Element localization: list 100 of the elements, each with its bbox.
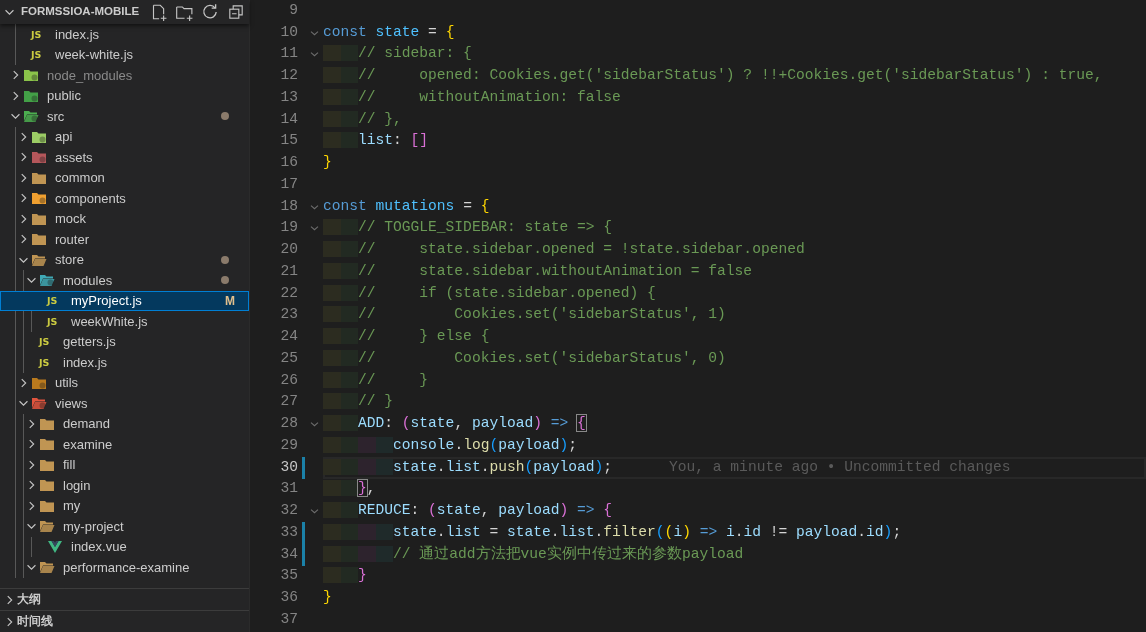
line-number: 29 bbox=[279, 435, 298, 455]
line-number: 16 bbox=[279, 153, 298, 173]
code-line: // state.sidebar.withoutAnimation = false bbox=[323, 260, 753, 283]
line-number: 26 bbox=[279, 370, 298, 390]
section-header[interactable]: 大纲 bbox=[0, 588, 249, 610]
folder-icon bbox=[23, 108, 39, 125]
line-number: 18 bbox=[279, 196, 298, 216]
folder-tree-item[interactable]: fill bbox=[0, 454, 249, 475]
folder-tree-item[interactable]: components bbox=[0, 188, 249, 209]
code-line: // 通过add方法把vue实例中传过来的参数payload bbox=[323, 543, 744, 566]
file-tree-item[interactable]: JS index.js bbox=[0, 24, 249, 45]
folder-icon bbox=[23, 67, 39, 84]
folder-tree-item[interactable]: modules bbox=[0, 270, 249, 291]
collapse-icon[interactable] bbox=[227, 3, 245, 21]
code-line: // TOGGLE_SIDEBAR: state => { bbox=[323, 217, 612, 240]
line-number: 34 bbox=[279, 544, 298, 564]
code-line: console.log(payload); bbox=[323, 434, 578, 457]
folder-tree-item[interactable]: performance-examine bbox=[0, 557, 249, 578]
explorer-title: FORMSSIOA-MOBILE bbox=[21, 4, 141, 20]
js-file-icon: JS bbox=[47, 296, 63, 306]
section-header[interactable]: 时间线 bbox=[0, 610, 249, 632]
line-number: 23 bbox=[279, 305, 298, 325]
line-number: 20 bbox=[279, 240, 298, 260]
folder-icon bbox=[31, 231, 47, 248]
line-number: 36 bbox=[279, 588, 298, 608]
code-line: // sidebar: { bbox=[323, 43, 472, 66]
code-line: // } bbox=[323, 391, 394, 414]
folder-tree-item[interactable]: assets bbox=[0, 147, 249, 168]
code-line: const mutations = { bbox=[323, 196, 490, 216]
js-file-icon: JS bbox=[39, 337, 55, 347]
file-tree-item[interactable]: index.vue bbox=[0, 536, 249, 557]
code-line: list: [] bbox=[323, 130, 429, 153]
folder-tree-item[interactable]: store bbox=[0, 249, 249, 270]
folder-tree-item[interactable]: my bbox=[0, 495, 249, 516]
line-number: 35 bbox=[279, 566, 298, 586]
code-line: // } bbox=[323, 369, 429, 392]
line-number: 31 bbox=[279, 479, 298, 499]
file-tree-item[interactable]: JS getters.js bbox=[0, 331, 249, 352]
new-folder-icon[interactable] bbox=[175, 3, 193, 21]
line-number: 33 bbox=[279, 522, 298, 542]
folder-icon bbox=[31, 190, 47, 207]
code-line: // Cookies.set('sidebarStatus', 1) bbox=[323, 304, 726, 327]
folder-icon bbox=[39, 477, 55, 494]
line-number: 24 bbox=[279, 327, 298, 347]
refresh-icon[interactable] bbox=[201, 3, 219, 21]
folder-tree-item[interactable]: examine bbox=[0, 434, 249, 455]
code-line: const state = { bbox=[323, 22, 455, 42]
js-file-icon: JS bbox=[47, 316, 63, 326]
code-line: }, bbox=[323, 478, 376, 501]
folder-tree-item[interactable]: my-project bbox=[0, 516, 249, 537]
line-number: 32 bbox=[279, 501, 298, 521]
file-tree-item[interactable]: JS weekWhite.js bbox=[0, 311, 249, 332]
code-line: // Cookies.set('sidebarStatus', 0) bbox=[323, 347, 726, 370]
folder-icon bbox=[39, 518, 55, 535]
code-line: // } else { bbox=[323, 326, 490, 349]
line-number: 9 bbox=[288, 0, 298, 20]
file-tree-item[interactable]: JS myProject.js M bbox=[0, 290, 249, 311]
folder-tree-item[interactable]: mock bbox=[0, 208, 249, 229]
file-tree-item[interactable]: JS week-white.js bbox=[0, 44, 249, 65]
line-number: 27 bbox=[279, 392, 298, 412]
vue-file-icon bbox=[47, 538, 63, 555]
line-number: 21 bbox=[279, 261, 298, 281]
line-number: 15 bbox=[279, 131, 298, 151]
folder-icon bbox=[31, 395, 47, 412]
line-number: 37 bbox=[279, 609, 298, 629]
blame-annotation: You, a minute ago • Uncommitted changes bbox=[669, 457, 1011, 477]
folder-tree-item[interactable]: node_modules bbox=[0, 65, 249, 86]
folder-tree-item[interactable]: public bbox=[0, 85, 249, 106]
folder-tree-item[interactable]: api bbox=[0, 126, 249, 147]
folder-tree-item[interactable]: login bbox=[0, 475, 249, 496]
folder-icon bbox=[39, 559, 55, 576]
code-line: state.list = state.list.filter((i) => i.id != payload.id); bbox=[323, 521, 902, 544]
code-line: // withoutAnimation: false bbox=[323, 86, 621, 109]
folder-tree-item[interactable]: demand bbox=[0, 413, 249, 434]
folder-tree-item[interactable]: src bbox=[0, 106, 249, 127]
code-line: } bbox=[323, 588, 332, 608]
folder-icon bbox=[39, 436, 55, 453]
line-number: 12 bbox=[279, 66, 298, 86]
line-number: 22 bbox=[279, 283, 298, 303]
line-number: 19 bbox=[279, 218, 298, 238]
code-line: // }, bbox=[323, 108, 402, 131]
line-number: 13 bbox=[279, 87, 298, 107]
js-file-icon: JS bbox=[31, 50, 47, 60]
line-number: 10 bbox=[279, 22, 298, 42]
folder-tree-item[interactable]: common bbox=[0, 167, 249, 188]
code-line: // state.sidebar.opened = !state.sidebar.opened bbox=[323, 239, 805, 262]
folder-icon bbox=[39, 272, 55, 289]
code-line: REDUCE: (state, payload) => { bbox=[323, 500, 613, 523]
folder-tree-item[interactable]: utils bbox=[0, 372, 249, 393]
code-line: // opened: Cookies.get('sidebarStatus') ? !!+Cookies.get('sidebarStatus') : true, bbox=[323, 65, 1103, 88]
folder-tree-item[interactable]: router bbox=[0, 229, 249, 250]
code-line: } bbox=[323, 153, 332, 173]
line-number: 28 bbox=[279, 414, 298, 434]
code-line: ADD: (state, payload) => { bbox=[323, 413, 586, 436]
js-file-icon: JS bbox=[31, 29, 47, 39]
js-file-icon: JS bbox=[39, 357, 55, 367]
folder-tree-item[interactable]: views bbox=[0, 393, 249, 414]
file-tree-item[interactable]: JS index.js bbox=[0, 352, 249, 373]
line-number: 17 bbox=[279, 174, 298, 194]
line-number: 11 bbox=[279, 44, 298, 64]
